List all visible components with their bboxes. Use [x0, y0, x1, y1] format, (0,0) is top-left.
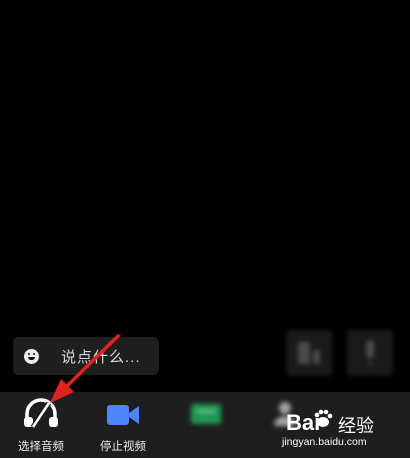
comment-input-bar[interactable]: 说点什么...	[13, 337, 159, 375]
screen-share-icon	[191, 404, 221, 424]
share-screen-button[interactable]	[164, 392, 246, 458]
emoji-icon[interactable]	[24, 348, 39, 364]
stop-video-button[interactable]: 停止视频	[82, 392, 164, 458]
select-audio-button[interactable]: 选择音频	[0, 392, 82, 458]
switch-camera-button[interactable]	[286, 330, 332, 376]
watermark-tail: 经验	[338, 416, 374, 436]
mic-button[interactable]	[347, 330, 393, 376]
paw-logo-icon	[314, 409, 333, 427]
watermark-url: jingyan.baidu.com	[282, 436, 367, 448]
select-audio-label: 选择音频	[18, 441, 64, 453]
video-camera-icon	[107, 405, 139, 425]
stop-video-label: 停止视频	[100, 441, 146, 453]
baidu-watermark: Bai 经验 jingyan.baidu.com	[280, 402, 380, 456]
comment-placeholder: 说点什么...	[61, 348, 141, 366]
headphone-mute-icon	[24, 398, 58, 429]
